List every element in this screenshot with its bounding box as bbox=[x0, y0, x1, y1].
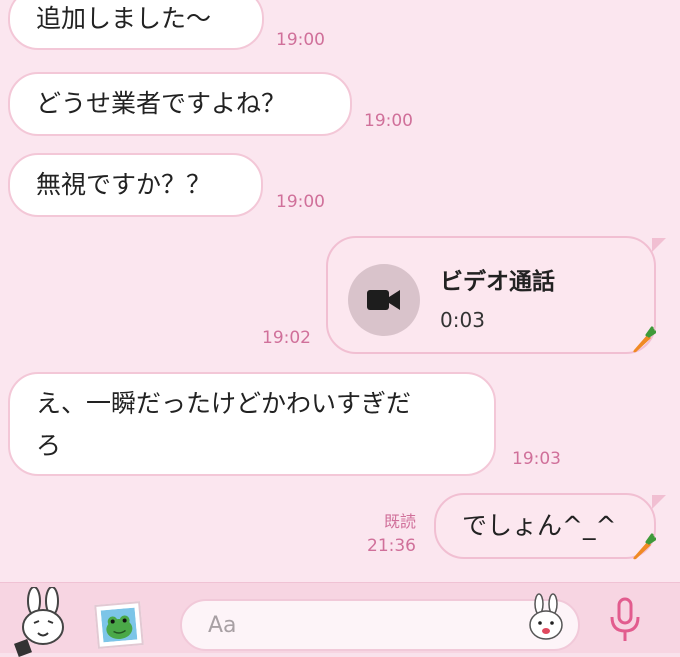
message-input-placeholder: Aa bbox=[208, 612, 237, 638]
message-time: 19:00 bbox=[364, 111, 413, 131]
incoming-message[interactable]: 追加しました〜 bbox=[8, 0, 264, 50]
message-text: 追加しました〜 bbox=[36, 4, 212, 33]
incoming-message[interactable]: 無視ですか？？ bbox=[8, 153, 263, 217]
incoming-message[interactable]: どうせ業者ですよね？ bbox=[8, 72, 352, 136]
outgoing-message[interactable]: でしょん^_^ bbox=[434, 493, 656, 559]
message-text: でしょん^_^ bbox=[462, 511, 617, 540]
video-call-title: ビデオ通話 bbox=[440, 269, 555, 295]
frog-photo-icon[interactable] bbox=[94, 601, 144, 649]
carrot-icon bbox=[633, 326, 656, 353]
message-text-line: ろ bbox=[36, 431, 62, 460]
message-text: 無視ですか？？ bbox=[36, 170, 212, 199]
message-time: 19:02 bbox=[262, 328, 311, 348]
message-time: 19:03 bbox=[512, 449, 561, 469]
message-time: 19:00 bbox=[276, 192, 325, 212]
message-text: どうせ業者ですよね？ bbox=[36, 89, 287, 118]
video-camera-icon bbox=[348, 264, 420, 336]
message-time: 21:36 bbox=[367, 536, 416, 556]
message-input[interactable]: Aa bbox=[180, 599, 580, 651]
message-text-line: え、一瞬だったけどかわいすぎだ bbox=[36, 389, 412, 418]
microphone-icon[interactable] bbox=[608, 597, 642, 643]
bubble-tail bbox=[652, 495, 666, 509]
incoming-message[interactable]: え、一瞬だったけどかわいすぎだ ろ bbox=[8, 372, 496, 476]
read-status: 既読 21:36 bbox=[360, 510, 416, 558]
bubble-tail bbox=[652, 238, 666, 252]
message-time: 19:00 bbox=[276, 30, 325, 50]
composer-bar: Aa bbox=[0, 582, 680, 657]
bunny-emoji-icon[interactable] bbox=[526, 593, 566, 643]
carrot-icon bbox=[633, 533, 656, 560]
read-label: 既読 bbox=[383, 512, 416, 531]
bunny-sticker-icon[interactable] bbox=[10, 587, 76, 657]
video-call-message[interactable]: ビデオ通話 0:03 bbox=[326, 236, 656, 354]
video-call-duration: 0:03 bbox=[440, 308, 485, 332]
chat-area: 追加しました〜 19:00 どうせ業者ですよね？ 19:00 無視ですか？？ 1… bbox=[0, 0, 680, 582]
